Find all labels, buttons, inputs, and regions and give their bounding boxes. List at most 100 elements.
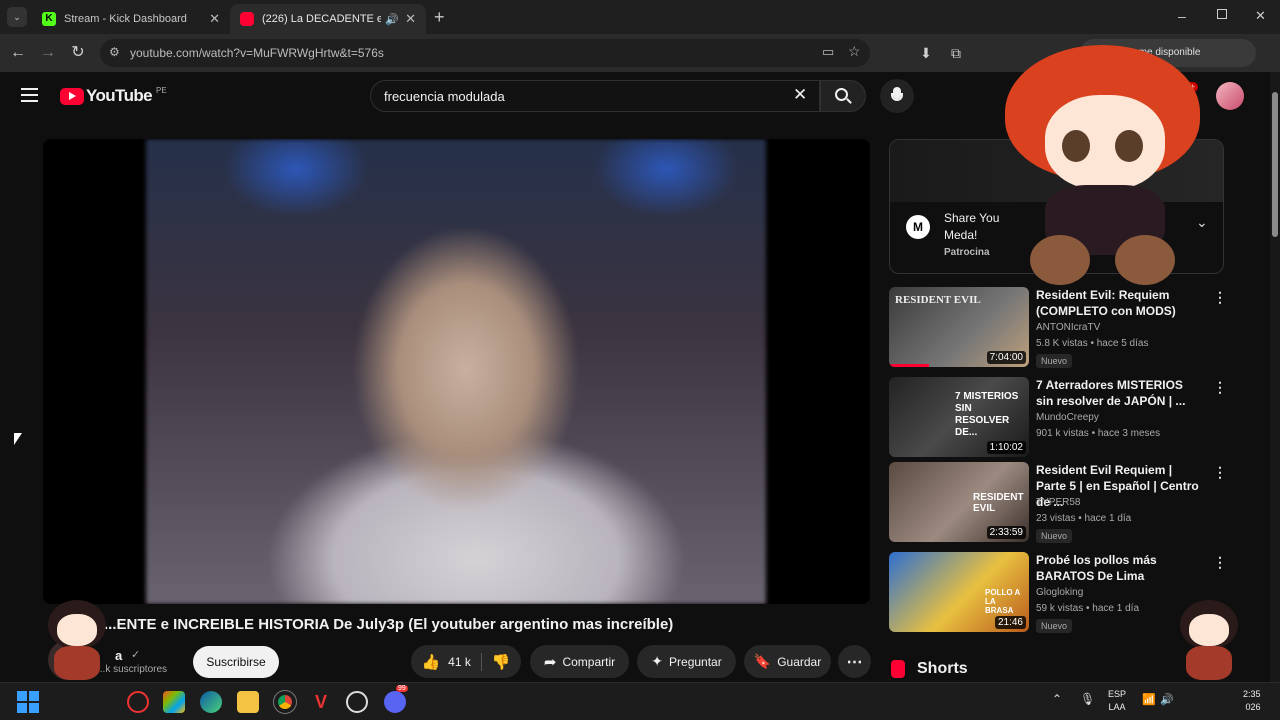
video-thumbnail: RESIDENT EVIL 7:04:00 — [889, 287, 1029, 367]
channel-name: Glogloking — [1036, 587, 1084, 598]
kick-icon: K — [42, 12, 56, 26]
wifi-icon[interactable]: 📶 — [1142, 693, 1156, 706]
more-vert-icon[interactable]: ⋮ — [1213, 379, 1227, 396]
video-title: ...ENTE e INCREIBLE HISTORIA De July3p (… — [104, 616, 674, 633]
thumbs-down-icon: 👎 — [491, 653, 511, 671]
bookmark-star-icon[interactable]: ☆ — [848, 43, 861, 60]
clock[interactable]: 2:35 026 — [1243, 688, 1261, 714]
speaker-icon[interactable]: 🔊 — [385, 13, 399, 26]
lang-line1: ESP — [1108, 689, 1127, 699]
video-thumbnail: RESIDENT EVIL 2:33:59 — [889, 462, 1029, 542]
new-tab-button[interactable]: + — [434, 7, 445, 28]
search-button[interactable] — [820, 80, 866, 112]
channel-name[interactable]: a — [115, 648, 122, 663]
page-scrollbar[interactable] — [1270, 72, 1280, 682]
back-icon[interactable]: ← — [8, 43, 28, 63]
youtube-logo[interactable]: YouTube PE — [60, 86, 167, 106]
overlay-chibi-right — [1172, 592, 1247, 682]
voice-search-button[interactable] — [880, 79, 914, 113]
close-icon[interactable]: ✕ — [405, 11, 416, 27]
video-title: Probé los pollos más BARATOS De Lima — [1036, 553, 1157, 583]
video-meta: 59 k vistas • hace 1 día — [1036, 603, 1140, 614]
reload-icon[interactable]: ↻ — [68, 43, 88, 63]
thumbnail-text: RESIDENT EVIL — [973, 492, 1024, 514]
video-thumbnail: 7 MISTERIOS SIN RESOLVER DE... 1:10:02 — [889, 377, 1029, 457]
more-vert-icon[interactable]: ⋮ — [1213, 464, 1227, 481]
tab-search-button[interactable]: ⌄ — [7, 7, 27, 27]
store-icon[interactable] — [163, 691, 185, 713]
forward-icon[interactable]: → — [38, 43, 58, 63]
search-value: frecuencia modulada — [384, 89, 505, 104]
share-button[interactable]: ➦ Compartir — [530, 645, 629, 678]
youtube-icon — [240, 12, 254, 26]
thumbnail-text: 7 MISTERIOS SIN RESOLVER DE... — [955, 391, 1019, 438]
ask-button[interactable]: ✦ Preguntar — [637, 645, 736, 678]
volume-icon[interactable]: 🔊 — [1160, 693, 1174, 706]
watch-progress — [889, 364, 929, 367]
recommended-video[interactable]: RESIDENT EVIL 2:33:59 Resident Evil Requ… — [889, 462, 1229, 543]
dislike-button[interactable]: 👎 — [492, 653, 511, 671]
lang-line2: LAA — [1108, 702, 1126, 712]
edge-icon[interactable] — [200, 691, 222, 713]
download-icon[interactable]: ⬇ — [916, 43, 936, 63]
save-button[interactable]: 🔖 Guardar — [744, 645, 831, 678]
language-indicator[interactable]: ESP LAA — [1108, 688, 1126, 714]
thumbs-up-icon: 👍 — [421, 653, 441, 671]
video-duration: 1:10:02 — [986, 441, 1026, 454]
region-code: PE — [156, 85, 167, 95]
maximize-icon[interactable] — [1217, 9, 1227, 19]
app-icon-record[interactable] — [127, 691, 149, 713]
video-duration: 2:33:59 — [986, 526, 1026, 539]
like-count: 41 k — [448, 654, 471, 669]
discord-badge: 99 — [396, 685, 408, 692]
thumbnail-text: POLLO A LA BRASA — [985, 588, 1020, 615]
tab-kick-dashboard[interactable]: K Stream - Kick Dashboard ✕ — [32, 4, 230, 34]
discord-icon[interactable]: 99 — [384, 685, 408, 713]
cast-icon[interactable]: ▭ — [822, 44, 834, 60]
video-duration: 21:46 — [994, 616, 1026, 629]
more-icon: ⋯ — [846, 653, 863, 671]
save-label: Guardar — [777, 654, 822, 669]
extensions-icon[interactable]: ⧉ — [946, 43, 966, 63]
video-meta: 5.8 K vistas • hace 5 días — [1036, 338, 1149, 349]
close-window-icon[interactable]: ✕ — [1255, 8, 1266, 24]
like-button[interactable]: 👍 41 k — [421, 652, 482, 671]
recommended-video[interactable]: 7 MISTERIOS SIN RESOLVER DE... 1:10:02 7… — [889, 377, 1229, 457]
app-icon-v[interactable]: V — [310, 691, 332, 713]
channel-name: TYPER58 — [1036, 497, 1081, 508]
chrome-icon[interactable] — [273, 690, 297, 714]
new-badge: Nuevo — [1036, 619, 1073, 633]
video-thumbnail: POLLO A LA BRASA 21:46 — [889, 552, 1029, 632]
channel-name: ANTONIcraTV — [1036, 322, 1101, 333]
more-actions-button[interactable]: ⋯ — [838, 645, 871, 678]
new-badge: Nuevo — [1036, 354, 1073, 368]
site-info-icon[interactable]: ⚙ — [109, 45, 120, 59]
share-label: Compartir — [562, 654, 616, 669]
windows-start-icon[interactable] — [17, 691, 39, 713]
microphone-tray-icon[interactable]: 🎙 — [1080, 692, 1095, 706]
address-bar[interactable]: ⚙ youtube.com/watch?v=MuFWRWgHrtw&t=576s… — [100, 39, 870, 67]
obs-icon[interactable] — [346, 691, 368, 713]
tab-youtube-video[interactable]: (226) La DECADENTE e INCR 🔊 ✕ — [230, 4, 426, 34]
scroll-thumb[interactable] — [1272, 92, 1278, 237]
shorts-icon — [891, 660, 905, 678]
video-meta: 23 vistas • hace 1 día — [1036, 513, 1132, 524]
ask-label: Preguntar — [669, 654, 722, 669]
shorts-label: Shorts — [917, 660, 968, 677]
file-explorer-icon[interactable] — [237, 691, 259, 713]
shorts-section-header[interactable]: Shorts — [891, 660, 968, 678]
avatar[interactable] — [1216, 82, 1244, 110]
logo-text: YouTube — [86, 86, 153, 105]
video-player[interactable] — [43, 139, 870, 604]
menu-icon[interactable] — [21, 88, 38, 102]
clear-search-icon[interactable]: ✕ — [793, 85, 807, 105]
more-vert-icon[interactable]: ⋮ — [1213, 289, 1227, 306]
close-icon[interactable]: ✕ — [209, 11, 220, 27]
subscribe-button[interactable]: Suscribirse — [193, 646, 279, 678]
tray-chevron-icon[interactable]: ⌃ — [1052, 692, 1062, 706]
more-vert-icon[interactable]: ⋮ — [1213, 554, 1227, 571]
search-input[interactable]: frecuencia modulada ✕ — [370, 80, 820, 112]
clock-time: 2:35 — [1243, 689, 1261, 699]
recommended-video[interactable]: RESIDENT EVIL 7:04:00 Resident Evil: Req… — [889, 287, 1229, 368]
new-badge: Nuevo — [1036, 529, 1073, 543]
